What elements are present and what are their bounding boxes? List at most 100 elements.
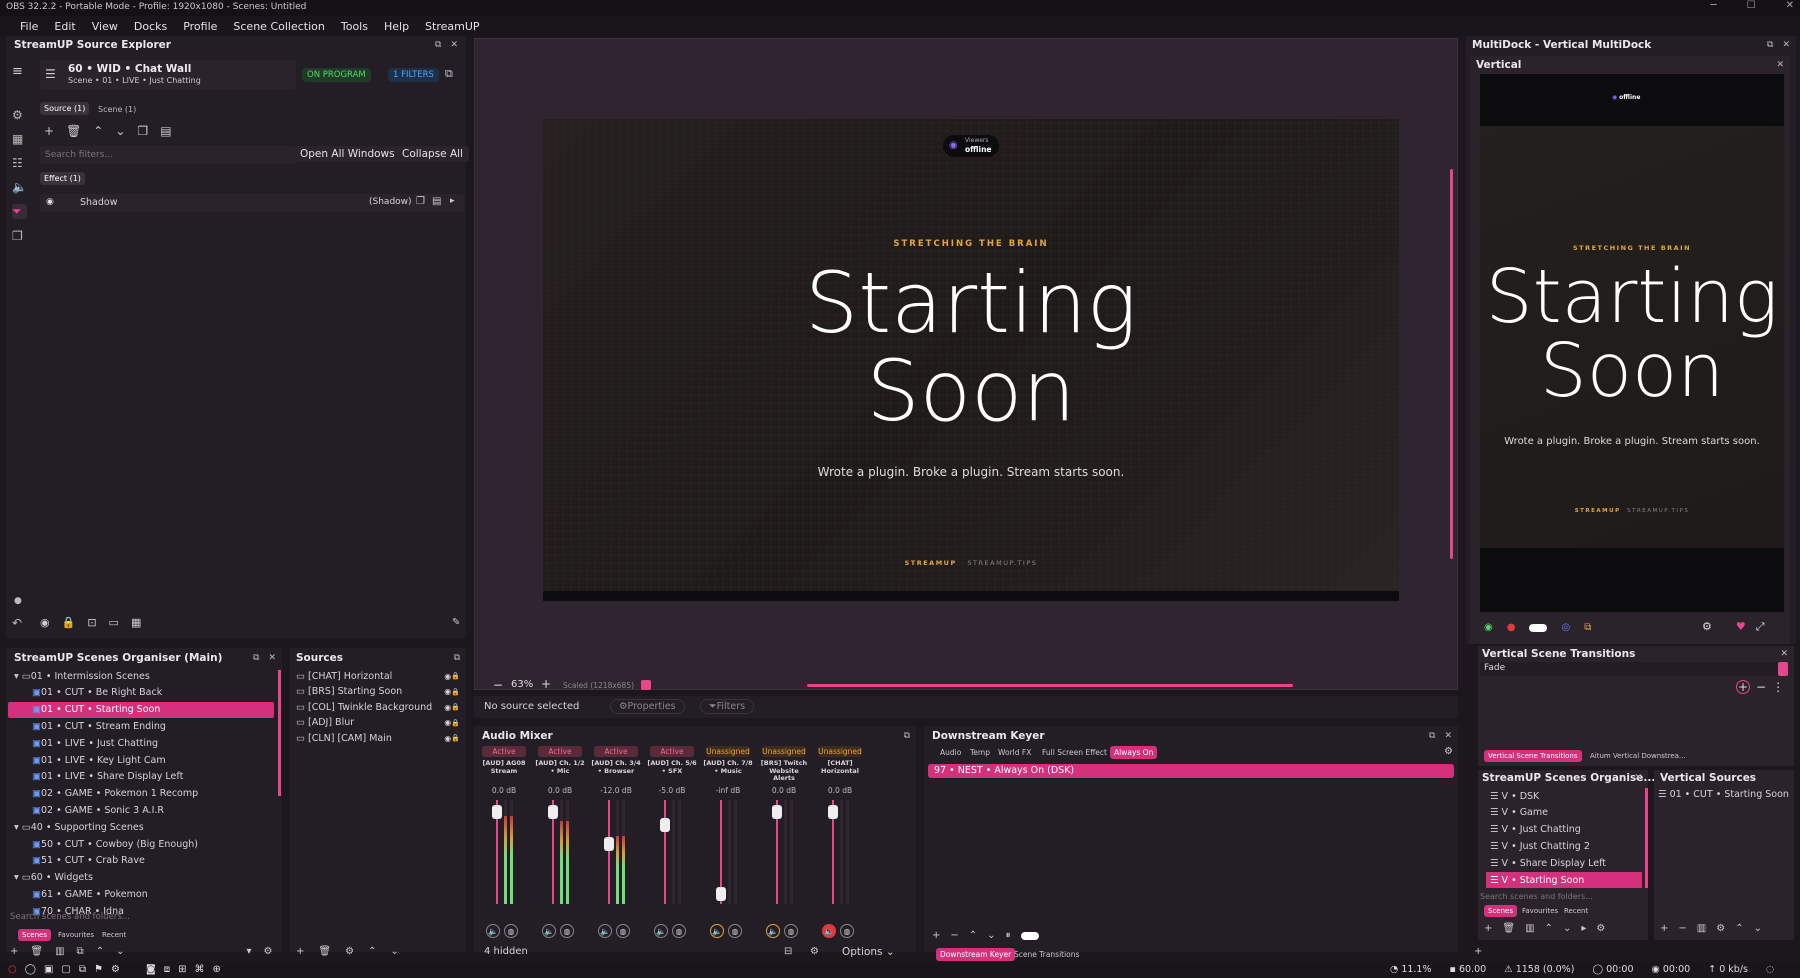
chevron-down-icon[interactable] (1778, 662, 1788, 676)
eye-small-icon[interactable]: ● (14, 596, 22, 606)
tab-recent[interactable]: Recent (98, 929, 130, 941)
menu-view[interactable]: View (92, 20, 118, 33)
move-down-icon[interactable]: ⌄ (116, 946, 124, 960)
replay-icon[interactable]: ⧉ (1584, 622, 1591, 633)
float-icon[interactable]: ⧉ (904, 731, 910, 741)
screenshot-icon[interactable]: ▣ (44, 964, 53, 975)
link-icon[interactable]: ⌘ (194, 964, 204, 975)
remove-transition-icon[interactable]: − (1756, 680, 1766, 694)
add-transition-icon[interactable]: + (1736, 680, 1750, 694)
tab-aitum-vertical-downstream[interactable]: Aitum Vertical Downstrea... (1586, 750, 1690, 762)
delete-icon[interactable]: 🗑 (318, 946, 331, 957)
lock-icon[interactable]: 🔒 (451, 703, 460, 711)
add-dock-icon[interactable]: + (1474, 946, 1482, 957)
fader-knob[interactable] (492, 804, 502, 819)
tab-recent[interactable]: Recent (1560, 905, 1592, 917)
tab-world-fx[interactable]: World FX (994, 746, 1035, 759)
add-scene-icon[interactable]: + (10, 946, 18, 960)
studio-mode-icon[interactable]: ⧉ (79, 964, 86, 975)
visibility-eye-icon[interactable]: ◉ (444, 703, 451, 712)
fader-track[interactable] (608, 800, 610, 904)
menu-tools[interactable]: Tools (341, 20, 368, 33)
scene-search-input[interactable]: Search scenes and folders... (10, 912, 130, 922)
options-menu[interactable]: Options ⌄ (842, 946, 895, 958)
settings-gear-icon[interactable]: ⚙ (111, 964, 120, 975)
scrollbar[interactable] (278, 670, 281, 796)
scrollbar[interactable] (1645, 788, 1648, 888)
list-item[interactable]: ▣ 51 • CUT • Crab Rave (8, 853, 274, 869)
delete-icon[interactable]: 🗑 (1502, 923, 1515, 934)
monitor-button-icon[interactable]: ◍ (560, 924, 574, 938)
tab-effect[interactable]: Effect (1) (40, 172, 85, 185)
visibility-eye-icon[interactable]: ◉ (444, 687, 451, 696)
mixer-layout-icon[interactable]: ⊟ (784, 946, 792, 957)
vertical-canvas[interactable]: ◉ offline STRETCHING THE BRAIN Starting … (1480, 74, 1784, 612)
globe-icon[interactable]: ⊕ (212, 964, 220, 975)
list-item[interactable]: ▣ 01 • LIVE • Share Display Left (8, 769, 274, 785)
vertical-scrollbar[interactable] (1450, 169, 1453, 559)
source-item[interactable]: ▭ [BRS] Starting Soon ◉ 🔒 (296, 684, 460, 700)
monitor-button-icon[interactable]: ◍ (504, 924, 518, 938)
list-item[interactable]: ☰ 01 • CUT • Starting Soon (1658, 786, 1790, 802)
source-item[interactable]: ▭ [CHAT] Horizontal ◉ 🔒 (296, 668, 460, 684)
monitor-button-icon[interactable]: ◍ (840, 924, 854, 938)
remove-icon[interactable]: − (1678, 923, 1686, 934)
mute-button-icon[interactable]: 🔈 (710, 924, 724, 938)
close-icon[interactable]: ✕ (450, 40, 458, 50)
link-icon[interactable]: ⤢ (1756, 620, 1765, 634)
virtual-cam-icon[interactable]: ◎ (1561, 622, 1570, 633)
list-item[interactable]: ▣ 01 • CUT • Stream Ending (8, 718, 274, 734)
lock-icon[interactable]: 🔒 (62, 616, 76, 629)
fader-knob[interactable] (716, 887, 726, 902)
move-down-icon[interactable]: ⌄ (1754, 923, 1762, 934)
float-icon[interactable]: ⧉ (253, 653, 259, 663)
fader-knob[interactable] (604, 836, 614, 851)
tab-vertical-scene-transitions[interactable]: Vertical Scene Transitions (1484, 750, 1582, 762)
fader-knob[interactable] (828, 804, 838, 819)
fader-knob[interactable] (772, 804, 782, 819)
settings-gear-icon[interactable]: ⚙ (1716, 923, 1725, 934)
dropdown-icon[interactable]: ▾ (246, 946, 251, 960)
add-filter-icon[interactable]: + (44, 124, 54, 138)
tab-scene-transitions[interactable]: Scene Transitions (1010, 948, 1083, 961)
filter-icon[interactable]: ▥ (1697, 923, 1706, 934)
more-icon[interactable]: ▸ (1581, 923, 1586, 934)
scene-icon[interactable]: ⊞ (178, 964, 186, 975)
list-item[interactable]: ▣ 01 • CUT • Starting Soon (8, 701, 274, 718)
close-icon[interactable]: ✕ (1780, 649, 1788, 659)
record-icon[interactable]: ○ (8, 964, 17, 975)
edit-filter-icon[interactable]: ▤ (432, 196, 441, 207)
close-icon[interactable]: ✕ (1782, 40, 1790, 50)
lock-icon[interactable]: 🔒 (451, 734, 460, 742)
vertical-search-input[interactable]: Search scenes and folders... (1480, 892, 1593, 901)
menu-scene-collection[interactable]: Scene Collection (233, 20, 324, 33)
list-item[interactable]: ☰ V • Share Display Left (1486, 855, 1642, 871)
mute-button-icon[interactable]: 🔈 (486, 924, 500, 938)
stream-icon[interactable]: ◯ (25, 964, 36, 975)
monitor-button-icon[interactable]: ◍ (728, 924, 742, 938)
selected-source-card[interactable]: ☰ 60 • WID • Chat Wall Scene • 01 • LIVE… (40, 60, 296, 90)
undo-icon[interactable]: ↶ (12, 616, 22, 630)
monitor-button-icon[interactable]: ◍ (672, 924, 686, 938)
pause-icon[interactable]: ⏸ (1006, 930, 1011, 941)
sliders-icon[interactable]: ☷ (12, 156, 27, 170)
move-up-icon[interactable]: ⌃ (368, 946, 376, 957)
heart-icon[interactable]: ♥ (1736, 620, 1746, 634)
source-item[interactable]: ▭ [ADJ] Blur ◉ 🔒 (296, 715, 460, 731)
eye-toggle-icon[interactable]: ◉ (40, 616, 50, 629)
filter-search-input[interactable]: Search filters... (40, 146, 296, 164)
program-canvas[interactable]: ◉ Viewers offline STRETCHING THE BRAIN S… (543, 119, 1399, 601)
move-up-icon[interactable]: ⌃ (93, 124, 103, 138)
move-up-icon[interactable]: ⌃ (1545, 923, 1553, 934)
tab-source[interactable]: Source (1) (40, 102, 90, 115)
monitor-button-icon[interactable]: ◍ (784, 924, 798, 938)
copy-filter-icon[interactable]: ❐ (416, 196, 425, 207)
transition-select[interactable]: Fade (1480, 662, 1788, 676)
fader-knob[interactable] (660, 818, 670, 833)
list-item[interactable]: ☰ V • Just Chatting (1486, 822, 1642, 838)
add-source-icon[interactable]: + (296, 946, 304, 957)
visibility-eye-icon[interactable]: ◉ (46, 197, 54, 207)
mixer-settings-icon[interactable]: ⚙ (810, 946, 819, 957)
menu-file[interactable]: File (20, 20, 38, 33)
menu-profile[interactable]: Profile (183, 20, 217, 33)
